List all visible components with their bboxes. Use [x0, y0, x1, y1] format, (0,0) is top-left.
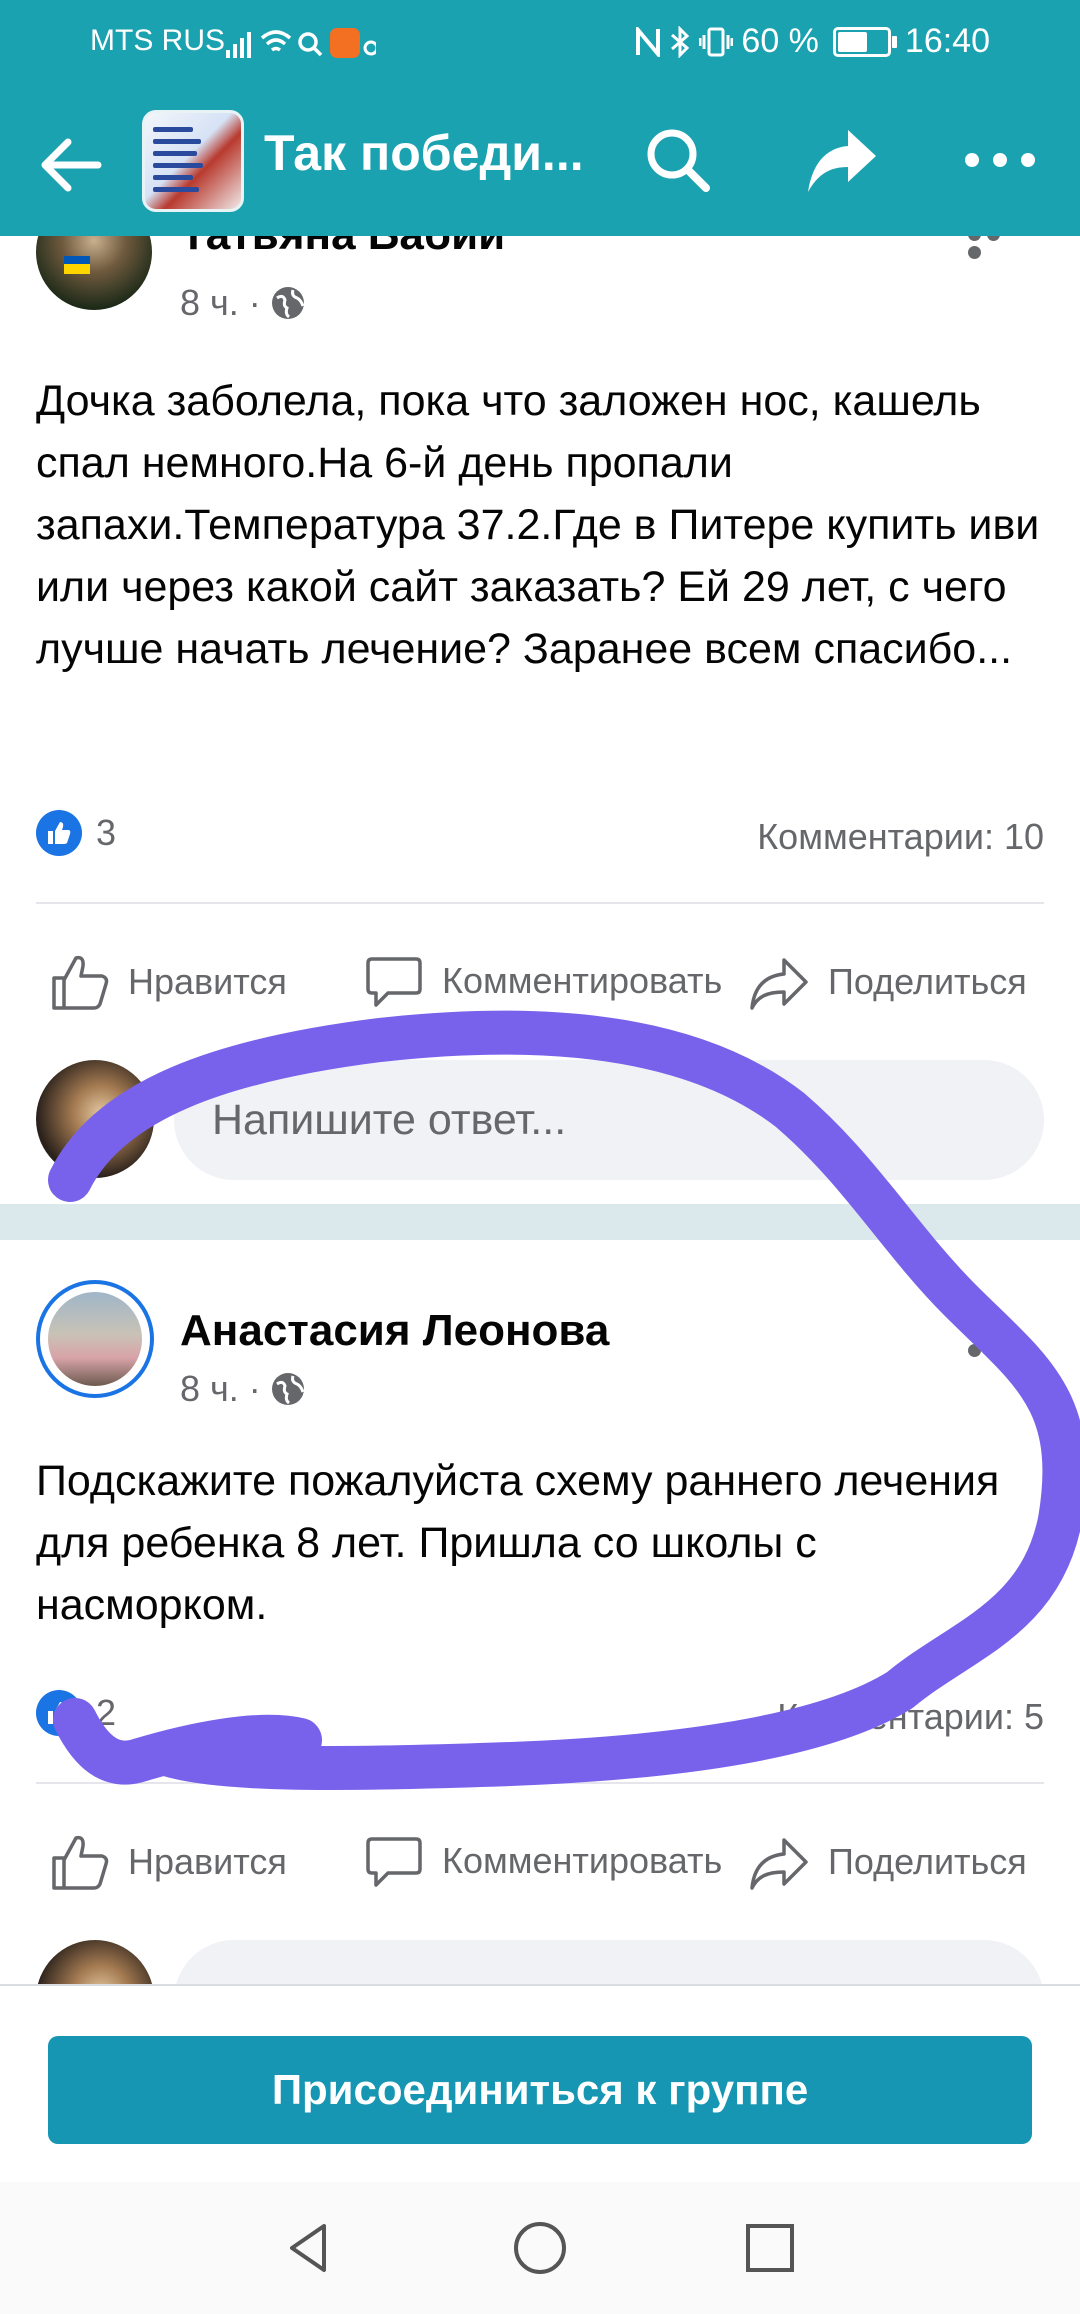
nfc-icon — [636, 26, 661, 57]
vibrate-icon — [699, 27, 734, 56]
share-icon — [750, 958, 808, 1010]
feed[interactable]: Татьяна Бабий 8 ч. · Дочка заболела, пок… — [0, 236, 1080, 1984]
divider — [36, 902, 1044, 904]
battery-icon — [832, 26, 897, 57]
group-avatar[interactable] — [142, 110, 244, 212]
like-button[interactable]: Нравится — [50, 1814, 287, 1910]
share-arrow-icon[interactable] — [804, 122, 880, 198]
status-bar: MTS RUS 60 % 16:40 — [0, 0, 1080, 82]
reaction-summary[interactable]: 2 — [36, 1690, 116, 1736]
nav-back-icon[interactable] — [280, 2218, 340, 2278]
globe-icon — [271, 1373, 305, 1405]
share-icon — [750, 1838, 808, 1890]
current-user-avatar — [36, 1940, 154, 1984]
group-title[interactable]: Так победи... — [264, 124, 584, 182]
post-text: Подскажите пожалуйста схему раннего лече… — [36, 1457, 1000, 1629]
post-card: Анастасия Леонова 8 ч. · Подскажите пожа… — [0, 1240, 1080, 1984]
comment-button[interactable]: Комментировать — [364, 926, 722, 1036]
comment-bubble-icon — [366, 1837, 422, 1887]
comment-bubble-icon — [366, 957, 422, 1007]
like-count: 2 — [96, 1692, 117, 1733]
post-text: Дочка заболела, пока что заложен нос, ка… — [36, 377, 1040, 673]
app-bar: Так победи... — [0, 110, 1080, 212]
like-label: Нравится — [128, 961, 287, 1002]
post-time: 8 ч. · — [180, 282, 261, 323]
carrier-label: MTS RUS — [90, 24, 225, 57]
like-reaction-icon — [36, 1690, 82, 1736]
bluetooth-icon — [671, 25, 690, 58]
join-group-button[interactable]: Присоединиться к группе — [48, 2036, 1032, 2144]
more-options-icon[interactable] — [962, 122, 1038, 198]
share-label: Поделиться — [828, 961, 1027, 1002]
reply-input[interactable] — [174, 1940, 1044, 1984]
thumbs-up-icon — [52, 955, 109, 1010]
like-reaction-icon — [36, 810, 82, 856]
status-right: 60 % 16:40 — [635, 22, 990, 61]
post-separator — [0, 1204, 1080, 1240]
share-button[interactable]: Поделиться — [748, 934, 1027, 1030]
share-button[interactable]: Поделиться — [748, 1814, 1027, 1910]
comment-label: Комментировать — [442, 1840, 723, 1881]
comment-label: Комментировать — [442, 960, 723, 1001]
post-meta: 8 ч. · — [180, 1368, 305, 1410]
comment-count[interactable]: Комментарии: 10 — [757, 816, 1044, 858]
nav-home-icon[interactable] — [510, 2218, 570, 2278]
post-menu-icon[interactable] — [968, 1326, 1024, 1357]
clock: 16:40 — [904, 22, 990, 60]
post-meta: 8 ч. · — [180, 282, 305, 324]
system-nav-bar — [0, 2182, 1080, 2314]
bottom-bar: Присоединиться к группе — [0, 1984, 1080, 2314]
top-bar: MTS RUS 60 % 16:40 Так победи... — [0, 0, 1080, 236]
like-label: Нравится — [128, 1841, 287, 1882]
current-user-avatar — [36, 1060, 154, 1178]
battery-percent: 60 % — [741, 22, 819, 60]
comment-count[interactable]: Комментарии: 5 — [777, 1696, 1044, 1738]
globe-icon — [271, 287, 305, 319]
post-menu-icon[interactable] — [968, 236, 1024, 259]
author-avatar[interactable] — [36, 236, 152, 310]
thumbs-up-icon — [52, 1835, 109, 1890]
reply-input[interactable]: Напишите ответ... — [174, 1060, 1044, 1180]
share-label: Поделиться — [828, 1841, 1027, 1882]
divider — [36, 1782, 1044, 1784]
reply-placeholder: Напишите ответ... — [212, 1096, 567, 1144]
back-arrow-icon[interactable] — [36, 130, 106, 200]
like-count: 3 — [96, 812, 117, 853]
author-name[interactable]: Анастасия Леонова — [180, 1306, 609, 1356]
post-card: Татьяна Бабий 8 ч. · Дочка заболела, пок… — [0, 236, 1080, 1204]
author-name[interactable]: Татьяна Бабий — [180, 236, 505, 260]
author-avatar[interactable] — [36, 1280, 154, 1398]
nav-recents-icon[interactable] — [740, 2218, 800, 2278]
search-icon[interactable] — [640, 122, 716, 198]
post-time: 8 ч. · — [180, 1368, 261, 1409]
signal-icons — [226, 26, 379, 68]
comment-button[interactable]: Комментировать — [364, 1806, 722, 1916]
like-button[interactable]: Нравится — [50, 934, 287, 1030]
reaction-summary[interactable]: 3 — [36, 810, 116, 856]
